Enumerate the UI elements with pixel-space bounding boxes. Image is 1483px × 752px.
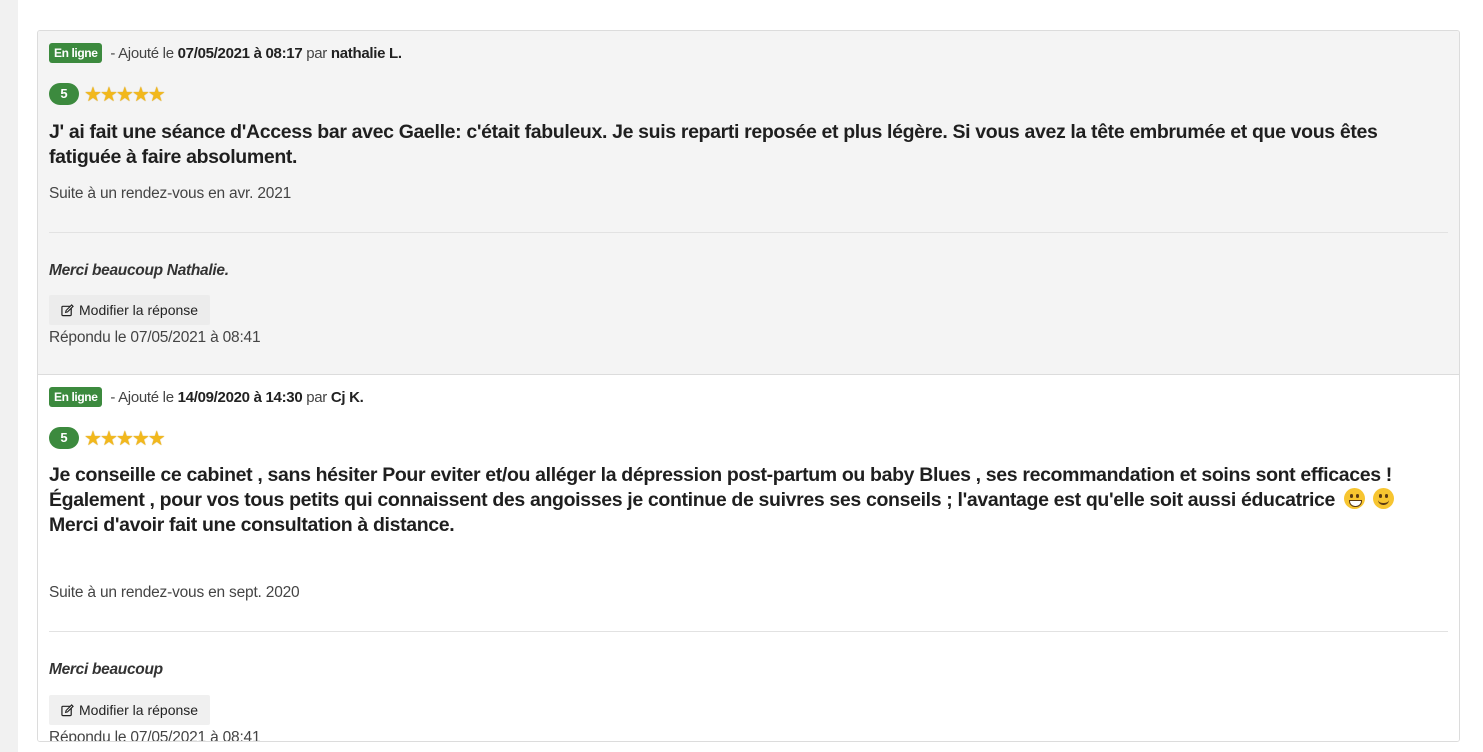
winking-face-icon bbox=[1373, 488, 1395, 509]
rating-stars: ★ ★ ★ ★ ★ bbox=[84, 82, 166, 106]
grinning-face-icon bbox=[1344, 488, 1366, 509]
rating-badge: 5 bbox=[49, 83, 79, 105]
edit-icon bbox=[61, 303, 74, 316]
page: En ligne - Ajouté le 07/05/2021 à 08:17 … bbox=[18, 0, 1483, 752]
appointment-info: Suite à un rendez-vous en avr. 2021 bbox=[49, 185, 292, 202]
review-text: J' ai fait une séance d'Access bar avec … bbox=[49, 121, 1378, 168]
reviews-list: En ligne - Ajouté le 07/05/2021 à 08:17 … bbox=[37, 30, 1460, 742]
reply-text: Merci beaucoup Nathalie. bbox=[49, 262, 229, 279]
left-scroll-gutter bbox=[0, 0, 18, 752]
review-author: nathalie L. bbox=[330, 45, 402, 62]
by-label: par bbox=[302, 45, 331, 62]
review-date: 14/09/2020 à 14:30 bbox=[177, 389, 303, 406]
edit-reply-button[interactable]: Modifier la réponse bbox=[49, 695, 211, 725]
review-author: Cj K. bbox=[330, 389, 364, 406]
rating-stars: ★ ★ ★ ★ ★ bbox=[84, 426, 166, 450]
rating-badge: 5 bbox=[49, 427, 79, 449]
review-text-part: Je conseille ce cabinet , sans hésiter P… bbox=[49, 464, 1392, 511]
rating: 5 ★ ★ ★ ★ ★ bbox=[49, 82, 166, 106]
answered-date: Répondu le 07/05/2021 à 08:41 bbox=[49, 329, 261, 346]
divider bbox=[49, 232, 1448, 233]
edit-reply-button[interactable]: Modifier la réponse bbox=[49, 295, 211, 325]
review-meta: En ligne - Ajouté le 14/09/2020 à 14:30 … bbox=[49, 387, 364, 407]
review-item: En ligne - Ajouté le 14/09/2020 à 14:30 … bbox=[38, 375, 1459, 741]
appointment-info: Suite à un rendez-vous en sept. 2020 bbox=[49, 584, 300, 601]
by-label: par bbox=[302, 389, 331, 406]
rating: 5 ★ ★ ★ ★ ★ bbox=[49, 426, 166, 450]
star-icon: ★ bbox=[147, 426, 166, 450]
edit-reply-label: Modifier la réponse bbox=[79, 702, 199, 718]
status-badge: En ligne bbox=[49, 387, 103, 407]
added-label: - Ajouté le bbox=[106, 389, 178, 406]
review-meta: En ligne - Ajouté le 07/05/2021 à 08:17 … bbox=[49, 43, 402, 63]
status-badge: En ligne bbox=[49, 43, 103, 63]
added-label: - Ajouté le bbox=[106, 45, 178, 62]
review-text-part: Merci d'avoir fait une consultation à di… bbox=[49, 514, 455, 536]
review-date: 07/05/2021 à 08:17 bbox=[177, 45, 303, 62]
star-icon: ★ bbox=[147, 82, 166, 106]
edit-reply-label: Modifier la réponse bbox=[79, 302, 199, 318]
reply-text: Merci beaucoup bbox=[49, 661, 163, 678]
edit-icon bbox=[61, 703, 74, 716]
review-item: En ligne - Ajouté le 07/05/2021 à 08:17 … bbox=[38, 31, 1459, 375]
divider bbox=[49, 631, 1448, 632]
review-text: Je conseille ce cabinet , sans hésiter P… bbox=[49, 463, 1444, 538]
answered-date: Répondu le 07/05/2021 à 08:41 bbox=[49, 729, 261, 742]
